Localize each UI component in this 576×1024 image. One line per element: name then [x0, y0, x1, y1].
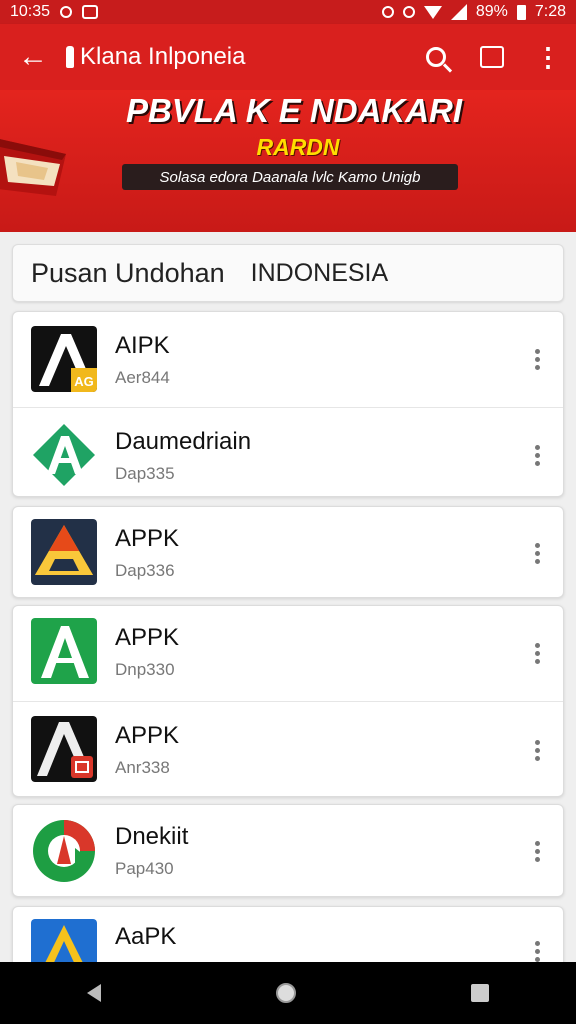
item-menu-button[interactable]: [527, 533, 547, 573]
rotation-icon: [402, 6, 415, 18]
item-menu-button[interactable]: [527, 832, 547, 872]
app-name: APPK: [115, 525, 180, 552]
nav-recents-icon[interactable]: [470, 984, 489, 1002]
section-region: INDONESIA: [250, 258, 389, 287]
overflow-menu-button[interactable]: ⋮: [520, 24, 576, 90]
search-button[interactable]: [408, 24, 464, 90]
cart-illustration-icon: [0, 139, 66, 196]
app-version: Aer844: [115, 368, 170, 387]
status-time-right: 7:28: [534, 3, 566, 20]
overflow-menu-icon: ⋮: [535, 42, 561, 72]
status-bar: 10:35 89% 7:28: [0, 0, 576, 24]
app-card: AG AIPK Aer844 Daumedriain Dap335: [12, 311, 564, 497]
app-bar: ← Klana Inlponeia ⋮: [0, 24, 576, 90]
list-item[interactable]: AG AIPK Aer844: [13, 312, 563, 407]
app-card: Dnekiit Pap430: [12, 804, 564, 897]
item-menu-button[interactable]: [527, 730, 547, 770]
signal-icon: [450, 4, 467, 20]
alarm-icon: [381, 6, 394, 18]
item-menu-button[interactable]: [527, 340, 547, 380]
apk-black-red-icon: [31, 716, 97, 782]
app-name: AaPK: [115, 923, 177, 950]
section-title: Pusan Undohan: [31, 257, 225, 288]
list-item[interactable]: APPK Dap336: [13, 507, 563, 597]
apk-circle-red-green-icon: [33, 820, 95, 882]
promo-banner[interactable]: PBVLA K E NDAKARI RARDN INDNOSGIA! Solas…: [0, 90, 576, 232]
svg-text:AG: AG: [74, 374, 94, 389]
list-item[interactable]: Daumedriain Dap335: [13, 407, 563, 496]
app-version: Anr338: [115, 758, 170, 777]
nav-back-icon[interactable]: [87, 984, 102, 1002]
apk-green-icon: [33, 424, 95, 486]
app-name: APPK: [115, 624, 180, 651]
app-card: APPK Dnp330 APPK Anr338: [12, 605, 564, 797]
back-arrow-icon: ←: [18, 40, 48, 73]
list-item[interactable]: Dnekiit Pap430: [13, 805, 563, 896]
banner-title: PBVLA K E NDAKARI: [125, 92, 463, 129]
item-menu-button[interactable]: [527, 435, 547, 475]
battery-percent: 89%: [475, 3, 508, 20]
app-card: APPK Dap336: [12, 506, 564, 598]
list-item[interactable]: APPK Anr338: [13, 701, 563, 796]
wifi-icon: [423, 5, 442, 19]
search-icon: [426, 47, 446, 67]
app-name: AIPK: [115, 332, 170, 359]
battery-icon: [516, 4, 526, 20]
banner-tagline: Solasa edora Daanala lvlc Kamo Unigb: [122, 164, 458, 190]
status-time-left: 10:35: [10, 3, 51, 20]
screen: 10:35 89% 7:28 ← Klana Inlponeia ⋮ PBVLA…: [0, 0, 576, 1024]
apk-black-yellow-icon: AG: [31, 326, 97, 392]
app-name: APPK: [115, 722, 180, 749]
frame-button[interactable]: [464, 24, 520, 90]
message-icon: [82, 5, 99, 19]
app-title: Klana Inlponeia: [80, 43, 246, 70]
bottle-icon: [66, 46, 74, 68]
nav-home-icon[interactable]: [275, 983, 296, 1003]
app-version: Pap430: [115, 859, 174, 878]
app-name: Dnekiit: [115, 823, 189, 850]
item-menu-button[interactable]: [527, 634, 547, 674]
app-version: Dnp330: [115, 660, 175, 679]
system-nav-bar: [0, 962, 576, 1024]
frame-icon: [480, 46, 504, 68]
app-version: Dap336: [115, 561, 175, 580]
app-version: Dap335: [115, 464, 175, 483]
back-button[interactable]: ←: [0, 24, 66, 90]
app-name: Daumedriain: [115, 428, 252, 455]
apk-drive-triangle-icon: [31, 519, 97, 585]
section-header: Pusan Undohan INDONESIA: [12, 244, 564, 302]
list-item[interactable]: APPK Dnp330: [13, 606, 563, 701]
apk-green-square-icon: [31, 618, 97, 684]
app-title-wrap: Klana Inlponeia: [66, 43, 408, 71]
notification-icon: [60, 6, 73, 18]
